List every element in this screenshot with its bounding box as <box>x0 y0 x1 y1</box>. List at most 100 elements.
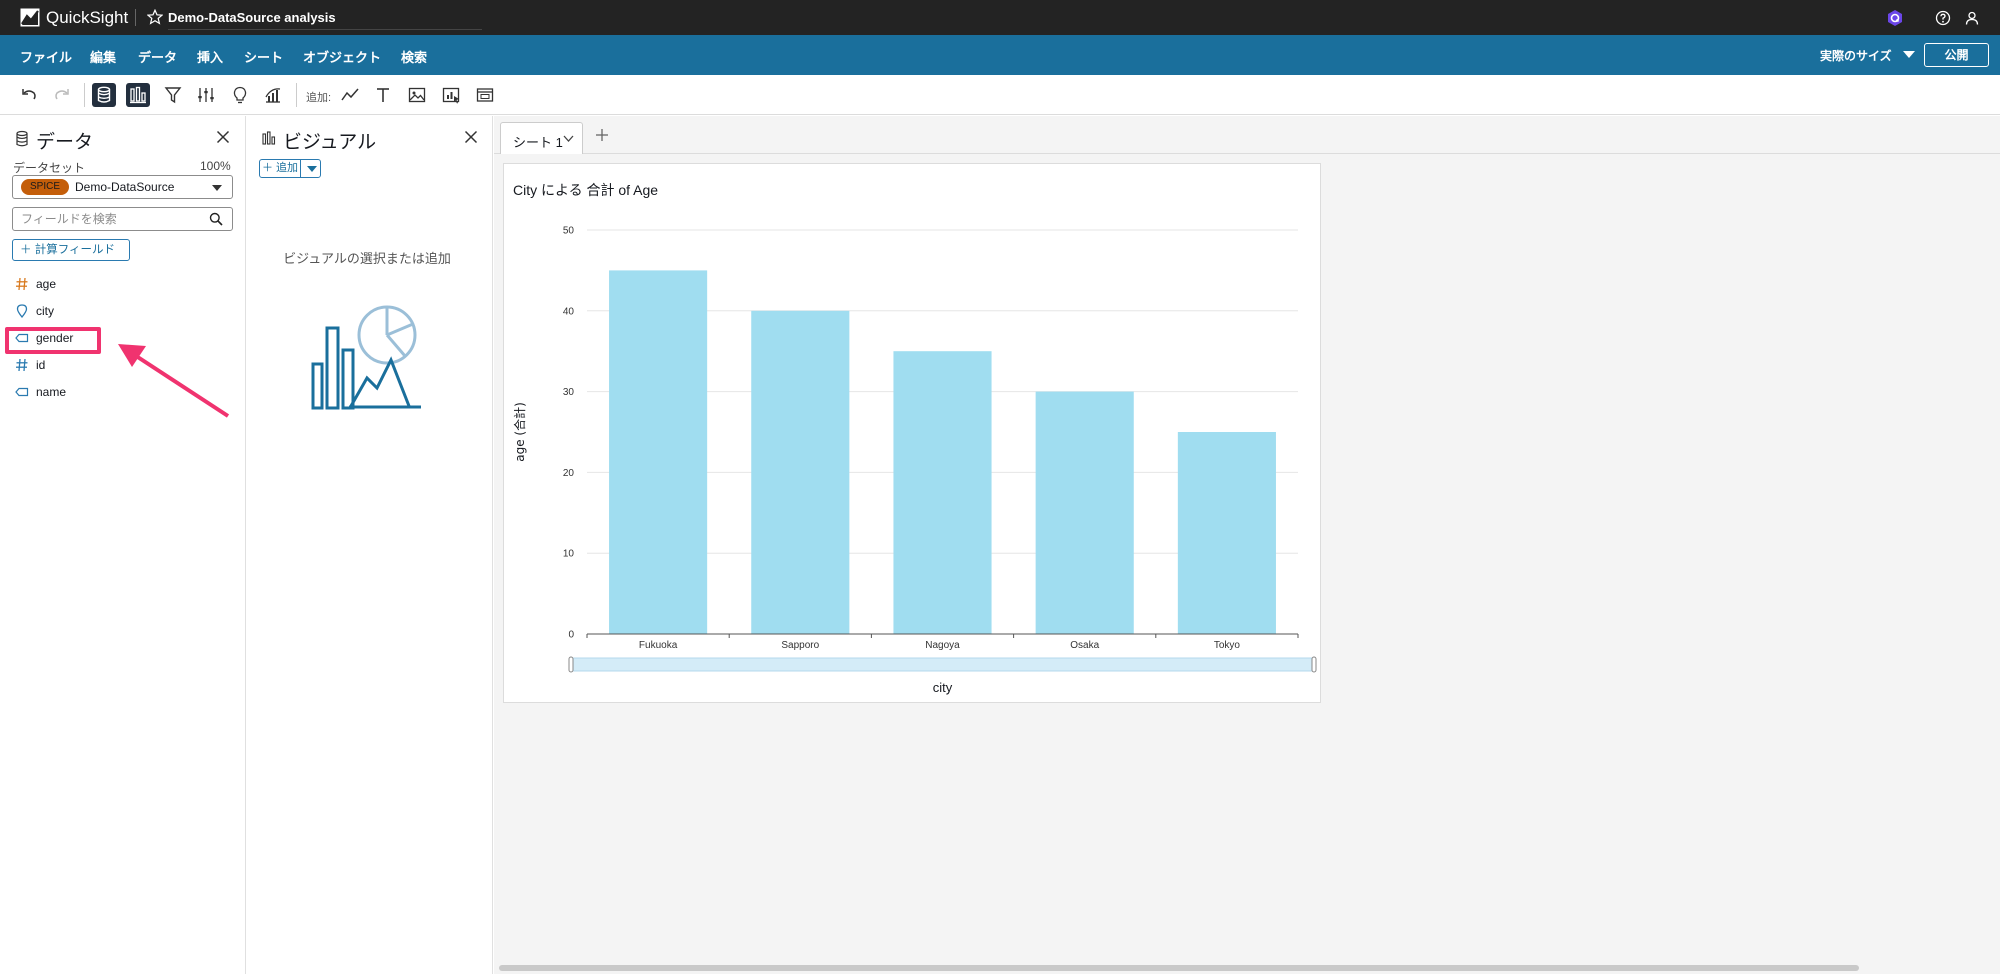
themes-button[interactable] <box>261 83 285 107</box>
chevron-down-icon[interactable] <box>562 132 575 145</box>
menu-edit[interactable]: 編集 <box>90 47 116 66</box>
dataset-percent: 100% <box>200 159 231 173</box>
close-icon[interactable] <box>462 128 480 146</box>
visuals-panel: ビジュアル ＋ 追加 ビジュアルの選択または追加 <box>247 116 493 974</box>
bar-chart-visual[interactable]: City による 合計 of Age 0 10 20 30 40 50 Fukuoka Sap… <box>503 163 1321 703</box>
bar <box>1177 432 1276 634</box>
panel-title: データ <box>36 132 94 153</box>
text-field-icon <box>15 387 29 397</box>
bar-chart-icon <box>262 131 276 145</box>
data-panel: データ データセット 100% SPICE Demo-DataSource ＋ … <box>0 116 246 974</box>
toolbar-divider <box>296 83 297 107</box>
sliders-icon <box>198 88 214 102</box>
sheet-tab-strip: シート 1 <box>494 116 2000 154</box>
number-field-icon <box>16 358 28 372</box>
bar <box>751 310 850 634</box>
embed-icon <box>476 88 494 102</box>
data-panel-toggle[interactable] <box>92 83 116 107</box>
y-tick-label: 40 <box>563 306 575 317</box>
add-sheet-icon[interactable] <box>594 127 610 143</box>
filter-button[interactable] <box>161 83 185 107</box>
bar <box>893 351 992 634</box>
field-label: id <box>36 358 46 372</box>
analysis-name[interactable]: Demo-DataSource analysis <box>168 10 482 30</box>
field-label: city <box>36 304 54 318</box>
sheet-tab[interactable]: シート 1 <box>500 122 583 154</box>
database-icon <box>16 130 28 147</box>
search-icon[interactable] <box>209 212 223 226</box>
add-calculated-field-button[interactable]: ＋ 計算フィールド <box>12 239 130 261</box>
star-icon[interactable] <box>147 9 163 25</box>
spice-badge: SPICE <box>21 179 70 195</box>
menu-file[interactable]: ファイル <box>20 47 72 66</box>
controls-button[interactable] <box>194 83 218 107</box>
publish-button[interactable]: 公開 <box>1924 43 1989 67</box>
add-visual-label[interactable]: ＋ 追加 <box>260 160 301 177</box>
image-icon <box>408 87 426 103</box>
chart-scroll-handle-right <box>1311 656 1317 673</box>
y-tick-label: 50 <box>563 226 575 237</box>
sheet-tab-label: シート 1 <box>513 135 563 150</box>
dataset-name: Demo-DataSource <box>75 180 175 194</box>
x-tick-label: Tokyo <box>1214 640 1241 651</box>
visual-illustration-icon <box>311 305 421 410</box>
menu-bar: ファイル 編集 データ 挿入 シート オブジェクト 検索 実際のサイズ 公開 <box>0 35 2000 75</box>
bar-chart-icon <box>130 86 146 104</box>
redo-button[interactable] <box>50 83 74 107</box>
quicksight-logo-icon[interactable] <box>20 8 40 27</box>
user-icon[interactable] <box>1964 10 1980 26</box>
caret-down-icon[interactable] <box>1903 51 1915 58</box>
field-label: name <box>36 385 67 399</box>
database-icon <box>97 86 111 103</box>
undo-button[interactable] <box>17 83 41 107</box>
field-city[interactable]: city <box>15 301 215 321</box>
y-tick-label: 30 <box>563 387 575 398</box>
help-icon[interactable] <box>1935 10 1951 26</box>
highlight-box <box>5 327 101 354</box>
field-age[interactable]: age <box>15 274 215 294</box>
y-tick-label: 10 <box>563 549 575 560</box>
close-icon[interactable] <box>214 128 232 146</box>
visuals-panel-toggle[interactable] <box>126 83 150 107</box>
menu-insert[interactable]: 挿入 <box>197 47 223 66</box>
quicksight-app: QuickSight Demo-DataSource analysis ファイル… <box>0 0 2000 974</box>
add-visual-button[interactable]: ＋ 追加 <box>259 159 321 178</box>
chart-theme-icon <box>265 88 281 103</box>
bar-chart: 0 10 20 30 40 50 Fukuoka Sapporo Nagoya Osaka Toky… <box>512 226 1317 695</box>
filter-icon <box>164 87 182 104</box>
field-search-input[interactable] <box>12 207 233 231</box>
top-bar: QuickSight Demo-DataSource analysis <box>0 0 2000 35</box>
sheet-canvas: シート 1 City による 合計 of Age 0 10 20 30 40 50 Fuku… <box>494 116 2000 974</box>
caret-down-icon[interactable] <box>307 166 317 172</box>
x-tick-label: Sapporo <box>781 640 819 651</box>
view-size-select[interactable]: 実際のサイズ <box>1820 47 1892 64</box>
amazon-q-icon[interactable] <box>1886 9 1904 27</box>
panel-title: ビジュアル <box>283 132 377 153</box>
x-axis-label: city <box>933 680 953 695</box>
insights-button[interactable] <box>228 83 252 107</box>
horizontal-scrollbar[interactable] <box>499 965 1859 971</box>
dataset-select[interactable]: SPICE Demo-DataSource <box>12 175 233 199</box>
add-visual-button[interactable] <box>338 83 362 107</box>
add-embed-button[interactable] <box>473 83 497 107</box>
lightbulb-icon <box>233 86 247 104</box>
add-text-button[interactable] <box>371 83 395 107</box>
y-tick-label: 0 <box>568 630 574 641</box>
menu-data[interactable]: データ <box>138 47 177 66</box>
brand-name[interactable]: QuickSight <box>46 8 128 28</box>
toolbar: 追加: <box>0 75 2000 115</box>
x-tick-label: Nagoya <box>925 640 960 651</box>
toolbar-divider <box>84 83 85 107</box>
redo-icon <box>55 89 69 100</box>
x-tick-label: Fukuoka <box>639 640 678 651</box>
add-insight-button[interactable] <box>439 83 463 107</box>
menu-object[interactable]: オブジェクト <box>303 47 381 66</box>
annotation-arrow-icon <box>118 344 230 418</box>
dataset-label: データセット <box>13 161 86 175</box>
menu-sheet[interactable]: シート <box>244 47 283 66</box>
bar <box>609 270 708 634</box>
menu-search[interactable]: 検索 <box>401 47 427 66</box>
caret-down-icon <box>212 185 222 191</box>
topbar-divider <box>135 9 136 26</box>
add-image-button[interactable] <box>405 83 429 107</box>
